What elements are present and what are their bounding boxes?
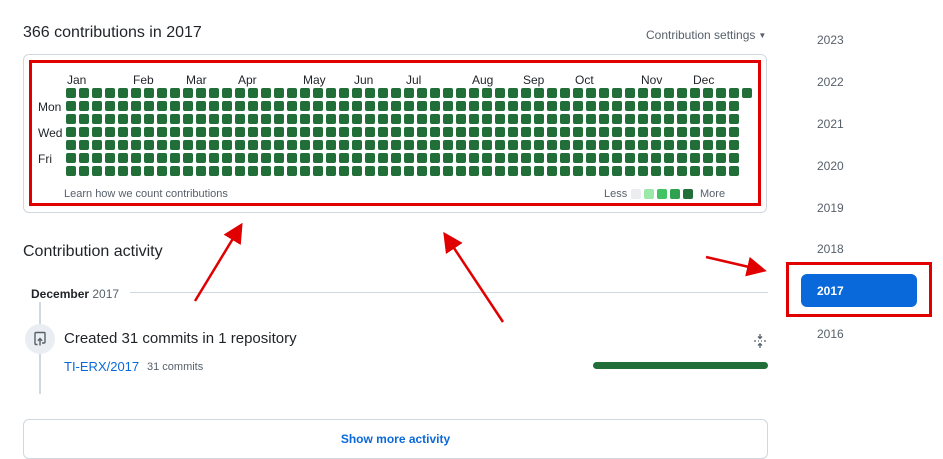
year-link-2020[interactable]: 2020 [817,159,844,173]
contribution-settings-label: Contribution settings [646,28,756,42]
show-more-activity-button[interactable]: Show more activity [23,419,768,459]
repo-commit-count: 31 commits [147,361,204,373]
arrow-to-year-2017 [705,255,767,277]
caret-down-icon: ▼ [758,31,767,40]
activity-year: 2017 [92,287,120,301]
repo-link[interactable]: TI-ERX/2017 [64,359,139,374]
year-link-2018[interactable]: 2018 [817,242,844,256]
month-divider [130,292,768,293]
arrow-to-calendar-center [443,231,505,323]
year-annotation-box [786,262,932,317]
arrow-to-calendar-left [193,222,243,302]
year-link-2019[interactable]: 2019 [817,201,844,215]
contributions-title: 366 contributions in 2017 [23,24,202,41]
commit-summary[interactable]: Created 31 commits in 1 repository [64,330,297,347]
activity-month: December [31,287,90,301]
year-link-2021[interactable]: 2021 [817,117,844,131]
year-link-2023[interactable]: 2023 [817,33,844,47]
year-link-2016[interactable]: 2016 [817,327,844,341]
fold-icon[interactable] [752,333,768,349]
show-more-label: Show more activity [340,432,451,446]
calendar-annotation-box [29,60,761,206]
year-link-2022[interactable]: 2022 [817,75,844,89]
contribution-settings-button[interactable]: Contribution settings ▼ [646,28,766,42]
activity-title: Contribution activity [23,243,163,260]
repo-commit-bar [593,362,768,369]
repo-push-icon [25,324,55,354]
activity-month-heading: December 2017 [31,287,119,301]
